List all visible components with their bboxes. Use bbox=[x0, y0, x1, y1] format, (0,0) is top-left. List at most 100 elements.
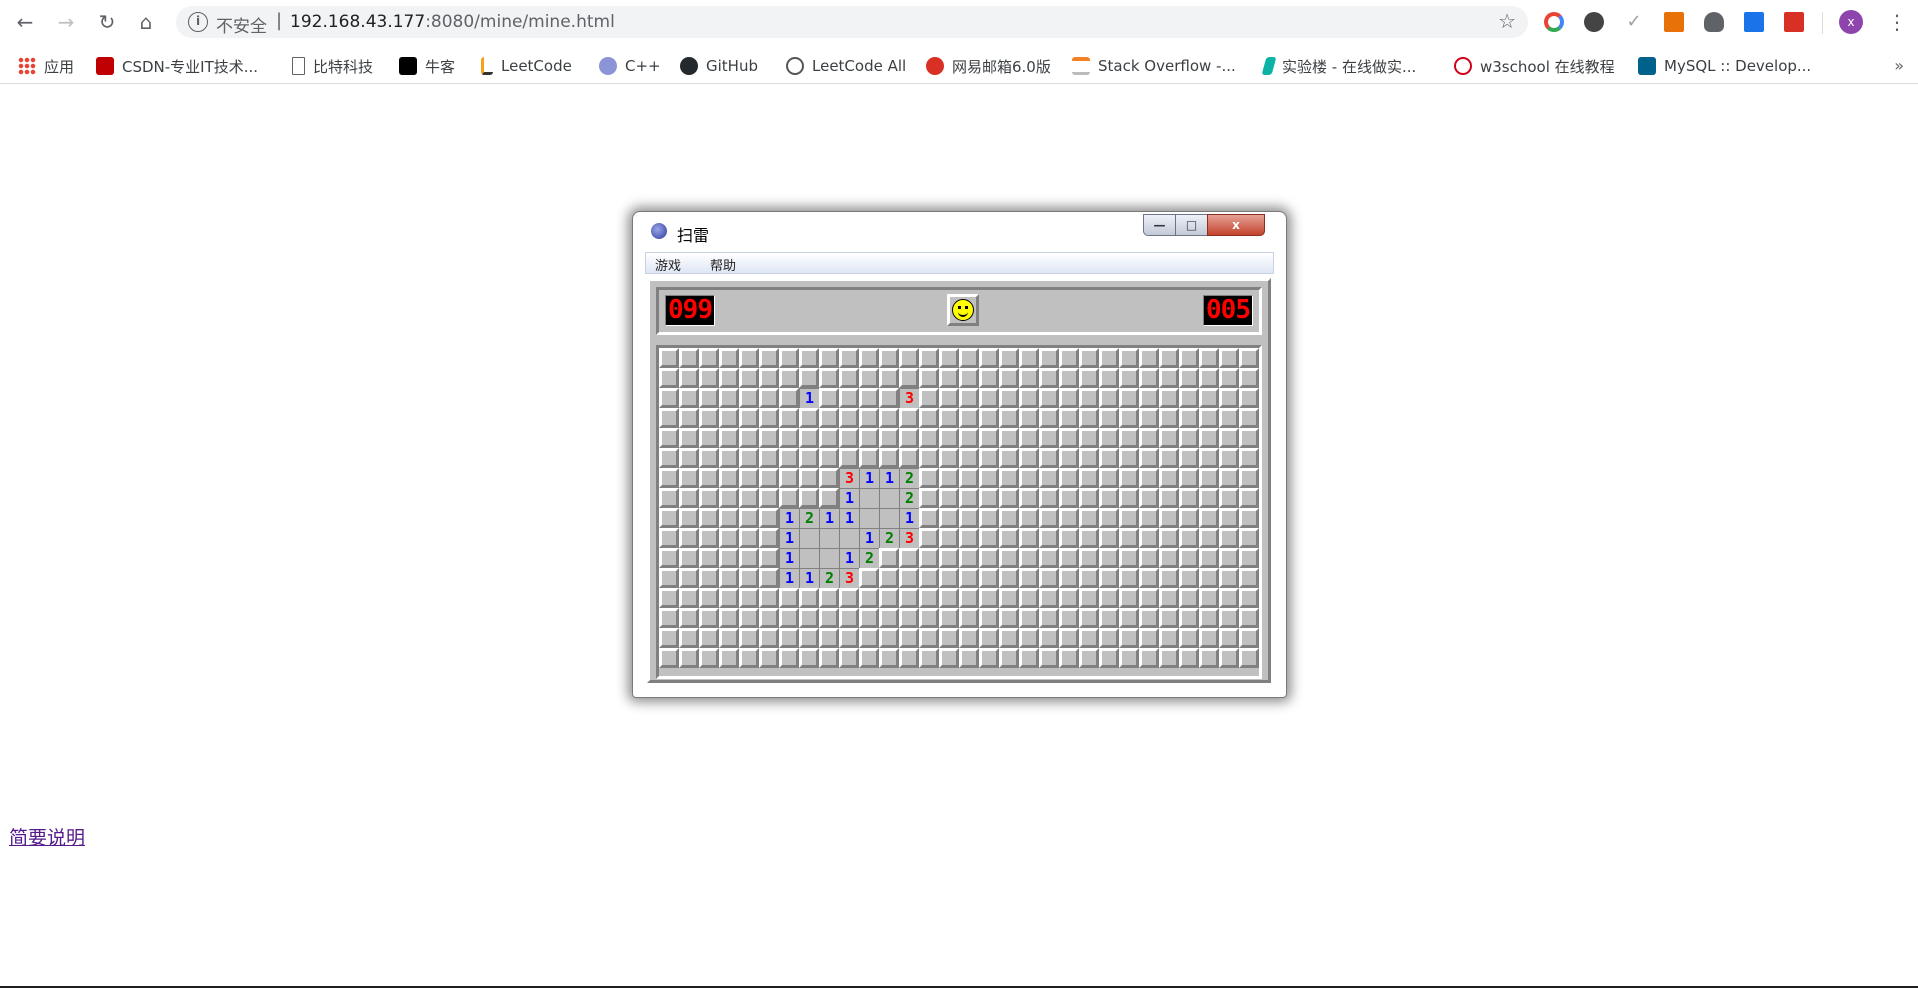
closed-cell[interactable] bbox=[1019, 428, 1039, 448]
bookmark-netease-mail[interactable]: 网易邮箱6.0版 bbox=[926, 54, 1051, 78]
open-cell[interactable]: 1 bbox=[779, 508, 799, 528]
open-cell[interactable]: 3 bbox=[839, 468, 859, 488]
closed-cell[interactable] bbox=[999, 468, 1019, 488]
closed-cell[interactable] bbox=[659, 608, 679, 628]
closed-cell[interactable] bbox=[959, 468, 979, 488]
closed-cell[interactable] bbox=[899, 428, 919, 448]
menu-help[interactable]: 帮助 bbox=[710, 255, 736, 274]
closed-cell[interactable] bbox=[1199, 468, 1219, 488]
closed-cell[interactable] bbox=[1079, 488, 1099, 508]
closed-cell[interactable] bbox=[999, 628, 1019, 648]
closed-cell[interactable] bbox=[1239, 428, 1259, 448]
closed-cell[interactable] bbox=[1099, 468, 1119, 488]
closed-cell[interactable] bbox=[1079, 448, 1099, 468]
closed-cell[interactable] bbox=[1159, 508, 1179, 528]
open-cell[interactable]: 2 bbox=[859, 548, 879, 568]
closed-cell[interactable] bbox=[899, 608, 919, 628]
closed-cell[interactable] bbox=[1019, 628, 1039, 648]
closed-cell[interactable] bbox=[699, 388, 719, 408]
closed-cell[interactable] bbox=[859, 448, 879, 468]
closed-cell[interactable] bbox=[1059, 608, 1079, 628]
closed-cell[interactable] bbox=[1239, 368, 1259, 388]
closed-cell[interactable] bbox=[799, 588, 819, 608]
forward-button[interactable]: → bbox=[54, 10, 78, 34]
closed-cell[interactable] bbox=[719, 648, 739, 668]
closed-cell[interactable] bbox=[1199, 428, 1219, 448]
closed-cell[interactable] bbox=[839, 588, 859, 608]
closed-cell[interactable] bbox=[1019, 588, 1039, 608]
closed-cell[interactable] bbox=[1219, 408, 1239, 428]
closed-cell[interactable] bbox=[1119, 568, 1139, 588]
open-cell[interactable] bbox=[819, 548, 839, 568]
closed-cell[interactable] bbox=[1019, 648, 1039, 668]
closed-cell[interactable] bbox=[739, 348, 759, 368]
address-bar[interactable]: i 不安全 | 192.168.43.177:8080/mine/mine.ht… bbox=[176, 6, 1528, 38]
closed-cell[interactable] bbox=[1019, 388, 1039, 408]
closed-cell[interactable] bbox=[1159, 608, 1179, 628]
closed-cell[interactable] bbox=[1179, 608, 1199, 628]
closed-cell[interactable] bbox=[979, 348, 999, 368]
open-cell[interactable] bbox=[879, 508, 899, 528]
closed-cell[interactable] bbox=[679, 568, 699, 588]
closed-cell[interactable] bbox=[659, 568, 679, 588]
closed-cell[interactable] bbox=[1159, 628, 1179, 648]
open-cell[interactable] bbox=[859, 488, 879, 508]
closed-cell[interactable] bbox=[739, 388, 759, 408]
closed-cell[interactable] bbox=[739, 628, 759, 648]
closed-cell[interactable] bbox=[919, 448, 939, 468]
closed-cell[interactable] bbox=[1079, 368, 1099, 388]
closed-cell[interactable] bbox=[659, 368, 679, 388]
open-cell[interactable]: 1 bbox=[839, 488, 859, 508]
open-cell[interactable]: 1 bbox=[779, 568, 799, 588]
closed-cell[interactable] bbox=[999, 608, 1019, 628]
closed-cell[interactable] bbox=[919, 648, 939, 668]
closed-cell[interactable] bbox=[679, 588, 699, 608]
closed-cell[interactable] bbox=[759, 388, 779, 408]
closed-cell[interactable] bbox=[879, 608, 899, 628]
closed-cell[interactable] bbox=[759, 448, 779, 468]
checkmark-extension-icon[interactable]: ✓ bbox=[1624, 12, 1644, 32]
note-extension-icon[interactable] bbox=[1744, 12, 1764, 32]
closed-cell[interactable] bbox=[1139, 648, 1159, 668]
closed-cell[interactable] bbox=[1059, 528, 1079, 548]
closed-cell[interactable] bbox=[879, 428, 899, 448]
closed-cell[interactable] bbox=[819, 608, 839, 628]
closed-cell[interactable] bbox=[1119, 388, 1139, 408]
closed-cell[interactable] bbox=[659, 528, 679, 548]
closed-cell[interactable] bbox=[979, 488, 999, 508]
closed-cell[interactable] bbox=[1039, 568, 1059, 588]
closed-cell[interactable] bbox=[659, 468, 679, 488]
closed-cell[interactable] bbox=[1179, 488, 1199, 508]
closed-cell[interactable] bbox=[699, 468, 719, 488]
closed-cell[interactable] bbox=[859, 648, 879, 668]
closed-cell[interactable] bbox=[1079, 348, 1099, 368]
closed-cell[interactable] bbox=[1059, 588, 1079, 608]
closed-cell[interactable] bbox=[1079, 508, 1099, 528]
closed-cell[interactable] bbox=[1099, 448, 1119, 468]
closed-cell[interactable] bbox=[1219, 448, 1239, 468]
closed-cell[interactable] bbox=[1179, 468, 1199, 488]
closed-cell[interactable] bbox=[1219, 368, 1239, 388]
closed-cell[interactable] bbox=[1059, 648, 1079, 668]
closed-cell[interactable] bbox=[1159, 468, 1179, 488]
closed-cell[interactable] bbox=[1039, 588, 1059, 608]
bookmark-w3school[interactable]: w3school 在线教程 bbox=[1454, 54, 1615, 78]
closed-cell[interactable] bbox=[1059, 348, 1079, 368]
minimize-button[interactable]: — bbox=[1143, 214, 1176, 236]
closed-cell[interactable] bbox=[779, 648, 799, 668]
closed-cell[interactable] bbox=[679, 488, 699, 508]
closed-cell[interactable] bbox=[1039, 368, 1059, 388]
closed-cell[interactable] bbox=[1159, 428, 1179, 448]
closed-cell[interactable] bbox=[699, 448, 719, 468]
closed-cell[interactable] bbox=[979, 608, 999, 628]
closed-cell[interactable] bbox=[799, 488, 819, 508]
office-extension-icon[interactable] bbox=[1664, 12, 1684, 32]
closed-cell[interactable] bbox=[719, 608, 739, 628]
closed-cell[interactable] bbox=[959, 648, 979, 668]
closed-cell[interactable] bbox=[779, 428, 799, 448]
open-cell[interactable]: 2 bbox=[819, 568, 839, 588]
closed-cell[interactable] bbox=[999, 588, 1019, 608]
closed-cell[interactable] bbox=[1199, 568, 1219, 588]
closed-cell[interactable] bbox=[779, 348, 799, 368]
closed-cell[interactable] bbox=[719, 408, 739, 428]
